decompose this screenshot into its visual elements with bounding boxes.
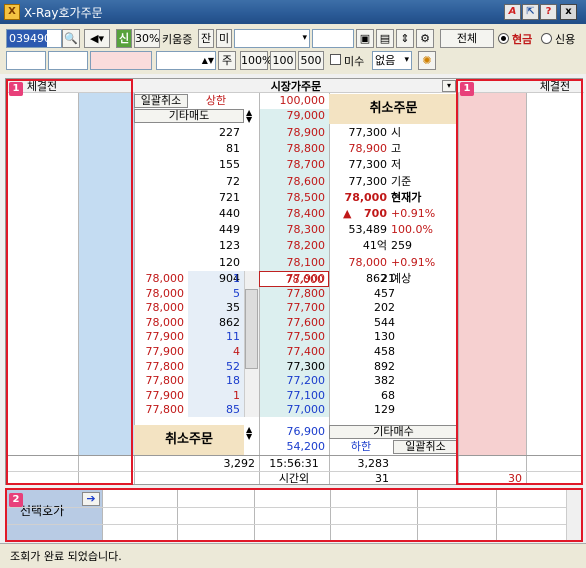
lower-price-left: 76,900 xyxy=(286,425,326,438)
close-button[interactable]: x xyxy=(560,4,577,20)
misu-checkbox[interactable] xyxy=(330,54,341,65)
center-header: 시장가주문 xyxy=(270,80,322,93)
right-pending-panel xyxy=(456,79,583,485)
current-time: 15:56:31 xyxy=(269,457,319,470)
other-buy-button[interactable]: 기타매수 xyxy=(329,425,458,439)
account-select[interactable]: ▾ xyxy=(234,29,310,48)
top-price: 79,000 xyxy=(286,109,326,122)
doc-icon[interactable]: ▤ xyxy=(376,29,394,48)
bottom-panel-highlight xyxy=(5,488,583,542)
gear-icon[interactable]: ✺ xyxy=(418,51,436,70)
cash-radio[interactable] xyxy=(498,33,509,44)
font-button[interactable]: A xyxy=(504,4,521,20)
percent-button[interactable]: 30% xyxy=(134,29,160,48)
left-pending-panel xyxy=(6,79,133,485)
settings-icon[interactable]: ⚙ xyxy=(416,29,434,48)
cancel-order-top-button[interactable]: 취소주문 xyxy=(329,94,458,124)
app-icon: X xyxy=(4,4,20,20)
cash-label: 현금 xyxy=(512,33,533,46)
all-button[interactable]: 전체 xyxy=(440,29,494,48)
lower-price: 54,200 xyxy=(286,440,326,453)
window-title: X-Ray호가주문 xyxy=(24,6,103,20)
lower-label: 하한 xyxy=(350,440,372,453)
qty-100-button[interactable]: 100 xyxy=(270,51,296,70)
jan-button[interactable]: 잔 xyxy=(198,29,214,48)
stock-code-field[interactable]: 039490 xyxy=(6,29,62,48)
qty-500-button[interactable]: 500 xyxy=(298,51,324,70)
qty-field-2[interactable] xyxy=(48,51,88,70)
broker-label: 키움증 xyxy=(162,33,193,46)
credit-radio[interactable] xyxy=(541,33,552,44)
credit-label: 신용 xyxy=(555,33,576,46)
panel-badge-1-right: 1 xyxy=(460,82,474,96)
upper-label: 상한 xyxy=(205,94,227,107)
qty-100pct-button[interactable]: 100% xyxy=(240,51,272,70)
search-icon[interactable]: 🔍 xyxy=(62,29,80,48)
misu-select[interactable]: 없음 ▾ xyxy=(372,51,412,70)
help-button[interactable]: ? xyxy=(540,4,557,20)
cancel-order-bottom-button[interactable]: 취소주문 xyxy=(134,425,244,455)
panel-badge-1-left: 1 xyxy=(9,82,23,96)
password-field[interactable] xyxy=(312,29,354,48)
panel-badge-2: 2 xyxy=(9,493,23,507)
qty-field-1[interactable] xyxy=(6,51,46,70)
spin-icon-bottom[interactable]: ▲ ▼ xyxy=(246,426,252,441)
speaker-icon[interactable]: ◀▾ xyxy=(84,29,110,48)
cancel-all-top-button[interactable]: 일괄취소 xyxy=(134,94,188,108)
center-dropdown-icon[interactable]: ▾ xyxy=(442,80,456,92)
misu-label: 미수 xyxy=(344,55,365,68)
status-text: 조회가 완료 되었습니다. xyxy=(10,550,122,563)
pin-icon[interactable]: ⇱ xyxy=(522,4,539,20)
copy-icon[interactable]: ▣ xyxy=(356,29,374,48)
after-hours-qty-a: 31 xyxy=(375,472,389,485)
credit-tag: 신 xyxy=(116,29,132,48)
cancel-all-bottom-button[interactable]: 일괄취소 xyxy=(393,440,458,454)
ask-total: 3,292 xyxy=(223,457,256,470)
table-row[interactable]: 77,800 85 77,000 129 xyxy=(134,402,459,418)
other-sell-button[interactable]: 기타매도 xyxy=(134,109,244,123)
bid-total: 3,283 xyxy=(357,457,390,470)
ju-button[interactable]: 주 xyxy=(218,51,236,70)
updown-icon[interactable]: ⇕ xyxy=(396,29,414,48)
after-hours-label: 시간외 xyxy=(278,472,310,485)
upper-price: 100,000 xyxy=(279,94,326,107)
order-qty-input[interactable]: ▲▼ xyxy=(156,51,216,70)
qty-field-3[interactable] xyxy=(90,51,152,70)
mi-button[interactable]: 미 xyxy=(216,29,232,48)
spin-icon[interactable]: ▲ ▼ xyxy=(246,109,252,124)
